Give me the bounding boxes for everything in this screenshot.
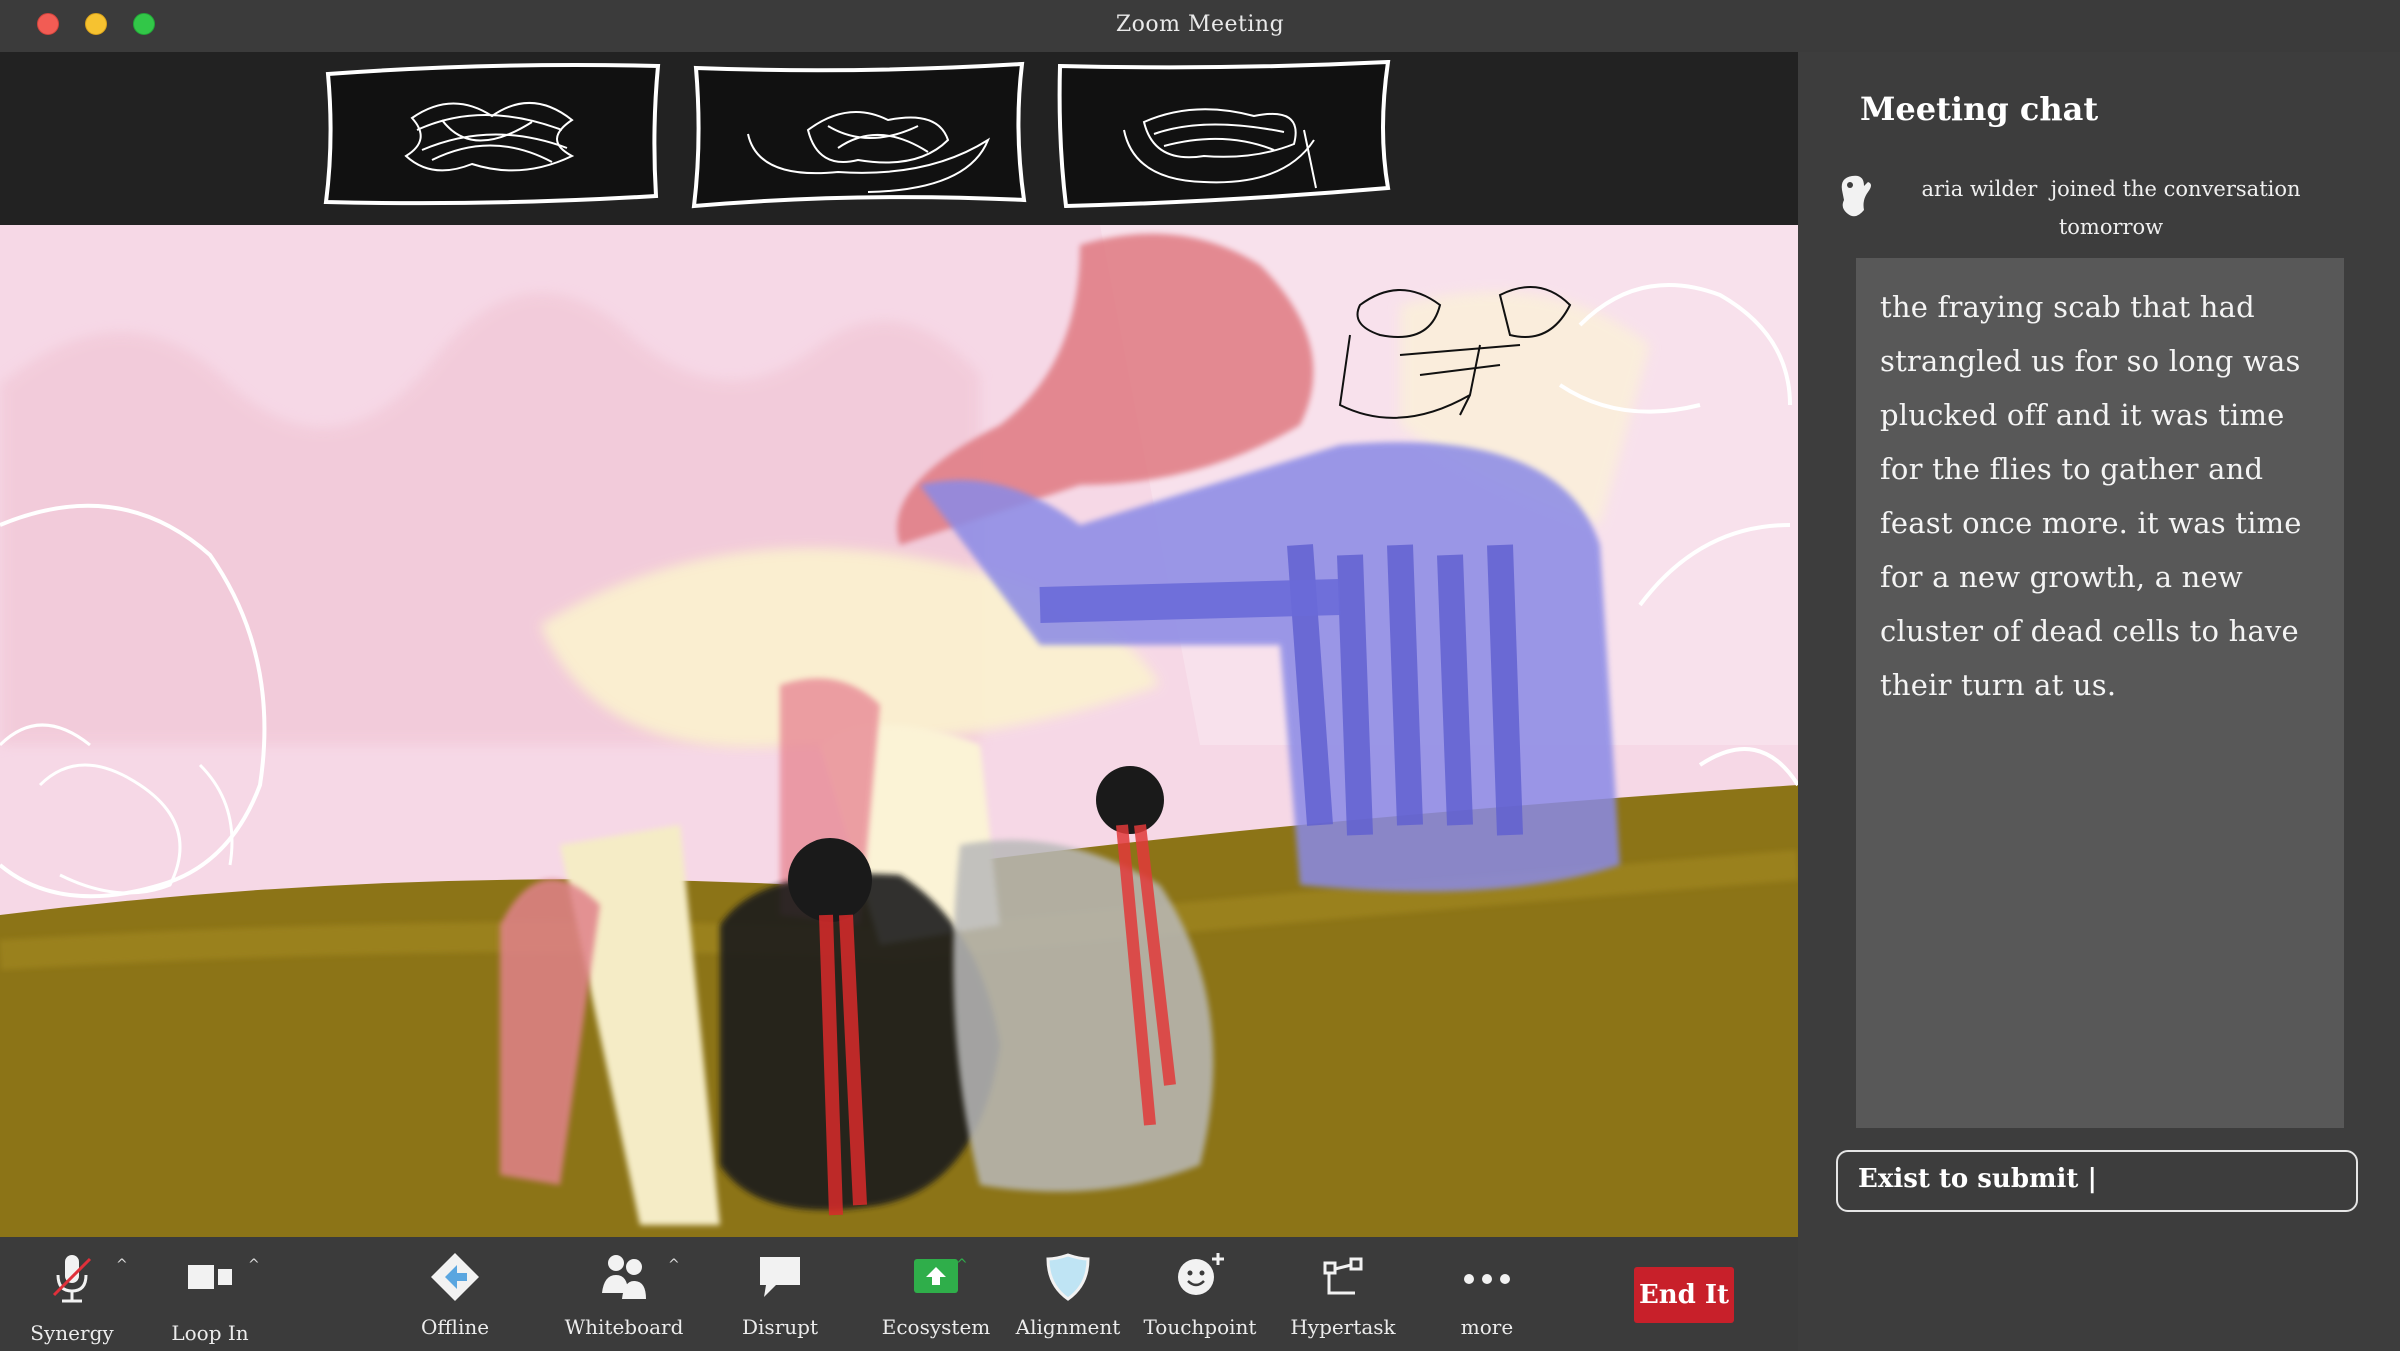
join-action: joined the conversation <box>2050 177 2301 201</box>
touchpoint-label: Touchpoint <box>1143 1315 1257 1339</box>
join-name: aria wilder <box>1921 177 2038 201</box>
alignment-button[interactable]: Alignment <box>1010 1237 1126 1351</box>
main-video-stage <box>0 225 1798 1237</box>
ecosystem-label: Ecosystem <box>881 1315 991 1339</box>
join-notice: aria wilder joined the conversation tomo… <box>1798 164 2400 244</box>
message-line: feast once more. it was time <box>1880 506 2302 540</box>
message-line: for the flies to gather and <box>1880 452 2264 486</box>
message-line: cluster of dead cells to have <box>1880 614 2299 648</box>
whiteboard-caret-icon[interactable]: ^ <box>668 1257 680 1273</box>
hypertask-button[interactable]: Hypertask <box>1280 1237 1406 1351</box>
synergy-button[interactable]: Synergy <box>12 1237 132 1351</box>
offline-button[interactable]: Offline <box>400 1237 510 1351</box>
whiteboard-label: Whiteboard <box>564 1315 684 1339</box>
painting-canvas <box>0 225 1798 1237</box>
offline-label: Offline <box>420 1315 490 1339</box>
meeting-toolbar: Synergy ^ Loop In ^ Offline Whiteboard ^… <box>0 1237 1798 1351</box>
shield-icon <box>1046 1253 1090 1301</box>
message-line: plucked off and it was time <box>1880 398 2285 432</box>
message-line: strangled us for so long was <box>1880 344 2301 378</box>
chat-input[interactable]: Exist to submit | <box>1836 1150 2358 1212</box>
disrupt-label: Disrupt <box>742 1315 818 1339</box>
join-text: aria wilder joined the conversation tomo… <box>1896 170 2326 246</box>
participant-strip <box>0 52 1798 227</box>
end-meeting-button[interactable]: End It <box>1634 1267 1734 1323</box>
ecosystem-button[interactable]: Ecosystem <box>878 1237 994 1351</box>
video-camera-icon <box>188 1265 232 1289</box>
loop-in-caret-icon[interactable]: ^ <box>248 1257 260 1273</box>
alignment-label: Alignment <box>1015 1315 1121 1339</box>
join-time: tomorrow <box>2058 215 2164 239</box>
more-button[interactable]: more <box>1432 1237 1542 1351</box>
share-diamond-icon <box>431 1253 479 1301</box>
message-line: their turn at us. <box>1880 668 2117 702</box>
hypertask-label: Hypertask <box>1290 1315 1396 1339</box>
synergy-label: Synergy <box>30 1321 114 1345</box>
more-dots-icon <box>1464 1274 1510 1284</box>
breakout-rooms-icon <box>1323 1257 1363 1295</box>
more-label: more <box>1460 1315 1514 1339</box>
raised-hand-icon <box>1841 175 1871 217</box>
message-line: for a new growth, a new <box>1880 560 2243 594</box>
loop-in-label: Loop In <box>171 1321 249 1345</box>
touchpoint-button[interactable]: Touchpoint <box>1140 1237 1260 1351</box>
synergy-caret-icon[interactable]: ^ <box>116 1257 128 1273</box>
title-bar: Zoom Meeting <box>0 0 2400 52</box>
participant-thumbnail[interactable] <box>1054 60 1396 210</box>
chat-title: Meeting chat <box>1860 90 2099 128</box>
add-emoji-icon <box>1178 1253 1224 1295</box>
chat-message-bubble: the fraying scab that had strangled us f… <box>1856 258 2344 1128</box>
window-title: Zoom Meeting <box>1115 12 1285 37</box>
muted-microphone-icon <box>52 1255 92 1303</box>
participants-icon <box>602 1255 646 1299</box>
ecosystem-caret-icon[interactable]: ^ <box>956 1257 968 1273</box>
participant-thumbnail[interactable] <box>322 60 664 210</box>
whiteboard-button[interactable]: Whiteboard <box>562 1237 686 1351</box>
message-line: the fraying scab that had <box>1880 290 2255 324</box>
chat-bubble-icon <box>760 1257 800 1297</box>
participant-thumbnail[interactable] <box>688 60 1030 210</box>
disrupt-button[interactable]: Disrupt <box>722 1237 838 1351</box>
chat-panel: Meeting chat aria wilder joined the conv… <box>1798 52 2400 1351</box>
loop-in-button[interactable]: Loop In <box>150 1237 270 1351</box>
